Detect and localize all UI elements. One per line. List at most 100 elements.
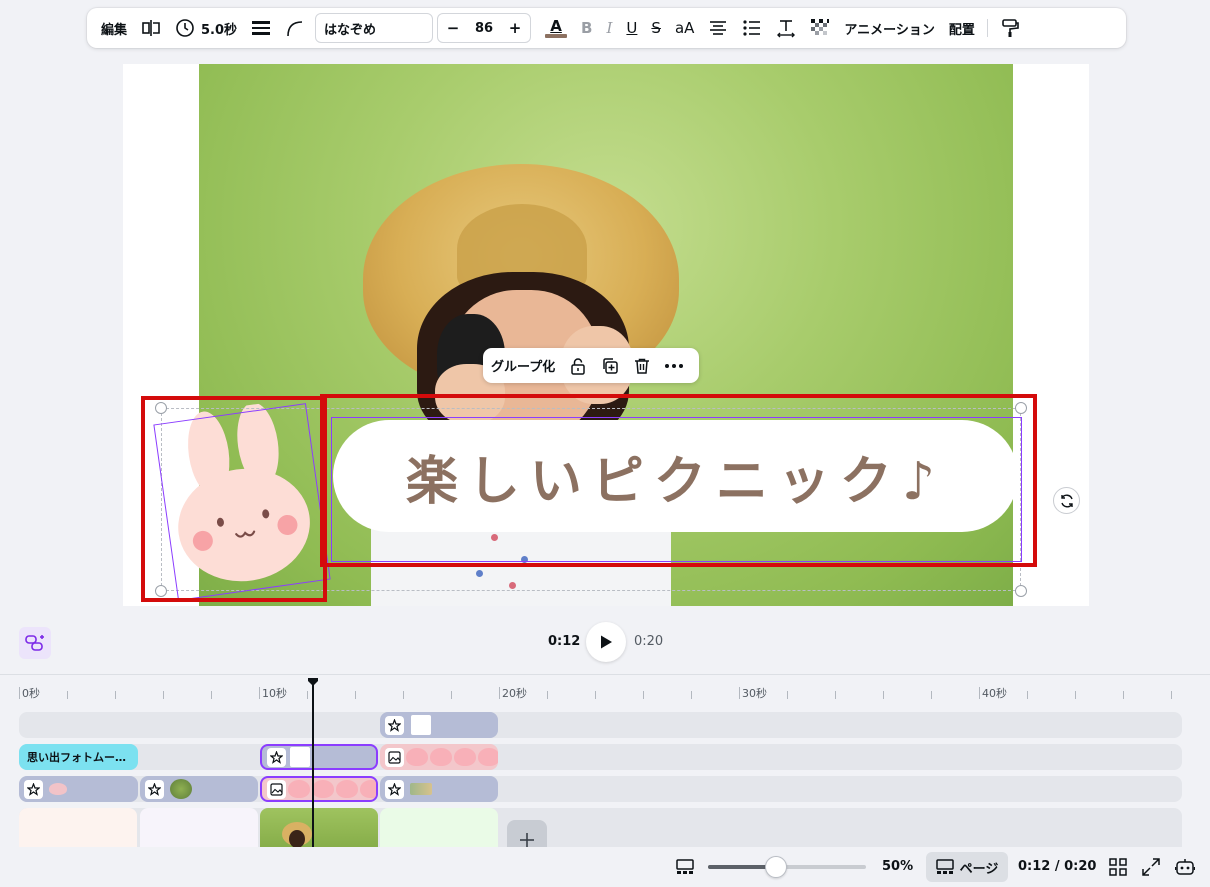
scene-thumbnail-1[interactable]	[19, 808, 137, 848]
align-center-icon	[710, 21, 727, 35]
rabbit-thumbnail	[454, 748, 476, 766]
italic-letter: I	[606, 19, 613, 37]
ruler-tick	[19, 687, 20, 699]
time-readout: 0:12 / 0:20	[1018, 859, 1097, 874]
sticker-thumbnail	[410, 783, 432, 795]
text-color-swatch	[545, 34, 568, 38]
scene-thumbnail-3[interactable]	[260, 808, 378, 848]
spacing-button[interactable]	[770, 13, 802, 43]
strikethrough-button[interactable]: S	[645, 13, 667, 43]
play-button[interactable]	[586, 622, 626, 662]
rabbit-thumbnail	[336, 780, 358, 798]
scene-thumbnail-4[interactable]	[380, 808, 498, 848]
bold-letter: B	[581, 19, 593, 37]
scene-thumbnails	[19, 808, 1182, 848]
timeline-clip[interactable]	[140, 776, 258, 802]
play-icon	[601, 635, 612, 649]
rabbit-thumbnail	[312, 780, 334, 798]
rabbit-image-clip[interactable]	[380, 744, 498, 770]
timeline-divider	[0, 674, 1210, 675]
transparency-icon	[811, 19, 830, 35]
animation-icon	[145, 779, 164, 799]
corner-rounding-button[interactable]	[279, 13, 311, 43]
notes-button[interactable]	[673, 855, 697, 879]
letter-case-label: aA	[674, 19, 695, 37]
selected-timeline-clip[interactable]	[260, 744, 378, 770]
letter-case-button[interactable]: aA	[669, 13, 700, 43]
selected-rabbit-clip[interactable]	[260, 776, 378, 802]
scene-thumbnail-2[interactable]	[140, 808, 258, 848]
more-options-button[interactable]	[661, 353, 687, 379]
ruler-tick	[835, 691, 836, 699]
timeline-clip[interactable]	[19, 776, 138, 802]
edit-button[interactable]: 編集	[95, 13, 133, 43]
font-selector[interactable]: はなぞめ	[315, 13, 434, 43]
border-style-button[interactable]	[245, 13, 277, 43]
animation-icon	[267, 747, 286, 767]
fullscreen-button[interactable]	[1139, 855, 1163, 879]
ruler-tick	[547, 691, 548, 699]
text-color-button[interactable]: A	[539, 13, 573, 43]
animation-label: アニメーション	[844, 22, 935, 38]
timeline-clip[interactable]	[380, 776, 498, 802]
flip-icon	[142, 20, 160, 36]
link-transition-button[interactable]	[19, 627, 51, 659]
clock-icon	[176, 19, 194, 37]
white-element-thumbnail	[411, 715, 431, 735]
assistant-button[interactable]	[1173, 855, 1197, 879]
rotate-button[interactable]	[1053, 487, 1080, 514]
playhead[interactable]	[312, 684, 314, 849]
bold-button[interactable]: B	[575, 13, 598, 43]
resize-handle-bottom-right[interactable]	[1015, 585, 1027, 597]
position-label: 配置	[948, 22, 975, 38]
flip-button[interactable]	[135, 13, 167, 43]
font-size-input[interactable]: 86	[475, 21, 493, 36]
zoom-value[interactable]: 50%	[882, 859, 913, 874]
font-name: はなぞめ	[324, 22, 377, 38]
ruler-tick	[1027, 691, 1028, 699]
italic-button[interactable]: I	[600, 13, 618, 43]
grid-view-button[interactable]	[1106, 855, 1130, 879]
animation-button[interactable]: アニメーション	[838, 13, 940, 43]
highlight-box-text	[320, 394, 1037, 567]
link-icon	[25, 635, 44, 651]
expand-icon	[1142, 858, 1160, 876]
group-button[interactable]: グループ化	[491, 356, 555, 375]
ruler-tick	[1075, 691, 1076, 699]
image-icon	[267, 779, 286, 799]
underline-button[interactable]: U	[620, 13, 643, 43]
title-clip-label: 思い出フォトムー…	[27, 751, 126, 764]
ruler-tick	[115, 691, 116, 699]
delete-button[interactable]	[629, 353, 655, 379]
zoom-slider-handle[interactable]	[764, 856, 787, 878]
ruler-tick	[595, 691, 596, 699]
bullet-list-icon	[743, 20, 761, 36]
playhead-handle[interactable]	[307, 677, 319, 687]
alignment-button[interactable]	[702, 13, 734, 43]
tick-label-30: 30秒	[742, 687, 767, 700]
ruler-tick	[67, 691, 68, 699]
strikethrough-letter: S	[651, 19, 661, 37]
lock-icon	[571, 357, 585, 375]
rabbit-thumbnail	[430, 748, 452, 766]
title-text-clip[interactable]: 思い出フォトムー…	[19, 744, 138, 770]
position-button[interactable]: 配置	[943, 13, 981, 43]
font-size-increase-button[interactable]: +	[508, 19, 522, 37]
ruler-tick	[163, 691, 164, 699]
copy-style-button[interactable]	[994, 13, 1026, 43]
lock-button[interactable]	[565, 353, 591, 379]
font-size-decrease-button[interactable]: −	[446, 19, 460, 37]
transparency-button[interactable]	[804, 13, 836, 43]
page-view-button[interactable]: ページ	[926, 852, 1008, 882]
robot-icon	[1175, 859, 1195, 875]
list-button[interactable]	[736, 13, 768, 43]
animation-icon	[385, 779, 404, 799]
white-element-thumbnail	[290, 747, 310, 767]
duration-button[interactable]: 5.0秒	[169, 13, 243, 43]
current-time: 0:12	[548, 634, 581, 649]
timeline-clip[interactable]	[380, 712, 498, 738]
scene-face	[289, 830, 305, 848]
duplicate-button[interactable]	[597, 353, 623, 379]
editor-toolbar: 編集 5.0秒 はなぞめ − 86 + A B I U S aA アニメーション…	[87, 8, 1126, 48]
ruler-tick	[1171, 691, 1172, 699]
